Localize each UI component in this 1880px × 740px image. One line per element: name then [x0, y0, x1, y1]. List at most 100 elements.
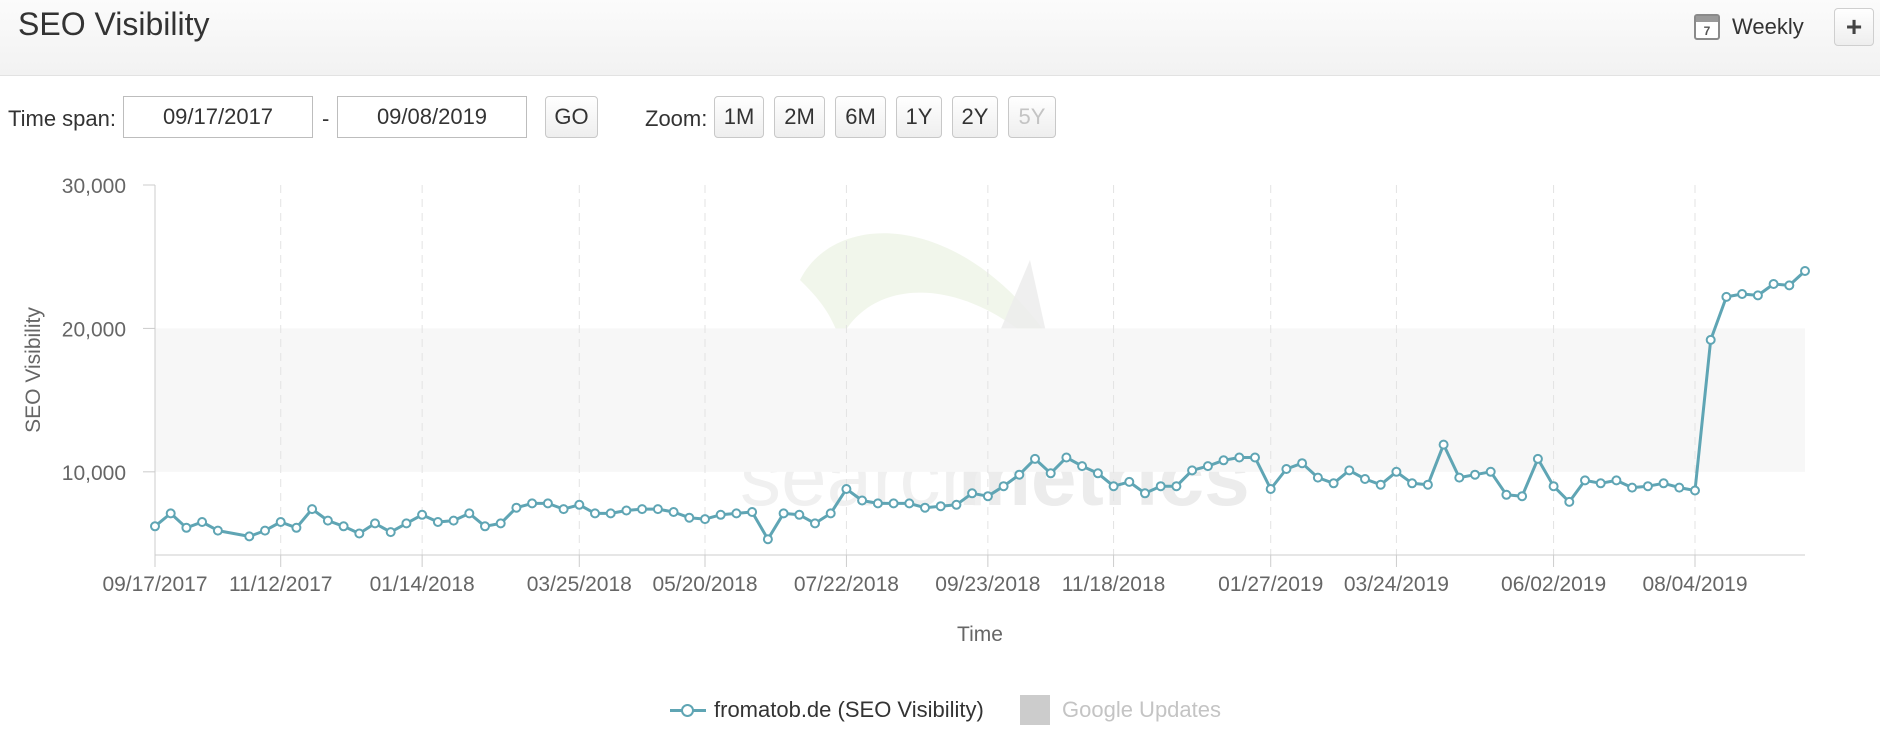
data-point[interactable] [1014, 469, 1025, 480]
data-point[interactable] [1045, 468, 1056, 479]
data-point[interactable] [1108, 481, 1119, 492]
go-button[interactable]: GO [545, 96, 598, 138]
data-point[interactable] [291, 522, 302, 533]
data-point[interactable] [810, 518, 820, 529]
data-point[interactable] [731, 508, 742, 519]
data-point[interactable] [888, 498, 899, 509]
data-point[interactable] [1218, 455, 1229, 466]
data-point[interactable] [1784, 280, 1795, 291]
data-point[interactable] [1030, 453, 1040, 464]
data-point[interactable] [1580, 475, 1590, 486]
data-point[interactable] [1454, 472, 1465, 483]
data-point[interactable] [417, 509, 428, 520]
data-point[interactable] [1658, 478, 1669, 489]
data-point[interactable] [1422, 479, 1433, 490]
data-point[interactable] [1737, 289, 1748, 299]
data-point[interactable] [637, 504, 648, 515]
data-point[interactable] [275, 517, 286, 527]
data-point[interactable] [1595, 478, 1606, 489]
data-point[interactable] [1768, 279, 1779, 289]
data-point[interactable] [212, 525, 223, 536]
data-point[interactable] [747, 507, 758, 517]
data-point[interactable] [715, 509, 726, 520]
end-date-input[interactable] [337, 96, 527, 138]
data-point[interactable] [1187, 465, 1198, 476]
data-point[interactable] [1438, 439, 1449, 450]
data-point[interactable] [998, 481, 1009, 492]
data-point[interactable] [1061, 452, 1072, 463]
data-point[interactable] [1470, 469, 1480, 480]
interval-selector[interactable]: 7 Weekly [1694, 12, 1804, 42]
zoom-1m-button[interactable]: 1M [714, 96, 764, 138]
data-point[interactable] [1611, 475, 1622, 486]
data-point[interactable] [872, 498, 883, 509]
data-point[interactable] [652, 504, 663, 515]
data-point[interactable] [197, 517, 208, 527]
data-point[interactable] [401, 518, 412, 529]
start-date-input[interactable] [123, 96, 313, 138]
data-point[interactable] [1721, 291, 1732, 302]
data-point[interactable] [338, 521, 349, 532]
data-point[interactable] [762, 534, 773, 545]
data-point[interactable] [1250, 452, 1260, 463]
data-point[interactable] [1202, 461, 1213, 472]
data-point[interactable] [700, 514, 710, 525]
data-point[interactable] [1407, 478, 1418, 489]
data-point[interactable] [307, 504, 318, 515]
data-point[interactable] [464, 508, 475, 519]
data-point[interactable] [1234, 452, 1245, 463]
interval-label[interactable]: Weekly [1732, 14, 1804, 40]
data-point[interactable] [1752, 290, 1763, 301]
data-point[interactable] [495, 518, 506, 529]
data-point[interactable] [165, 508, 176, 519]
data-point[interactable] [448, 515, 459, 526]
data-point[interactable] [1627, 482, 1638, 493]
legend-series[interactable]: fromatob.de (SEO Visibility) [670, 690, 984, 730]
data-point[interactable] [1140, 488, 1150, 499]
data-point[interactable] [841, 484, 852, 494]
data-point[interactable] [370, 518, 380, 529]
data-point[interactable] [1705, 334, 1716, 345]
data-point[interactable] [857, 495, 868, 506]
data-point[interactable] [1391, 466, 1402, 477]
add-button[interactable]: + [1834, 8, 1874, 46]
data-point[interactable] [590, 508, 600, 519]
data-point[interactable] [181, 522, 192, 533]
data-point[interactable] [1281, 464, 1292, 474]
zoom-1y-button[interactable]: 1Y [896, 96, 942, 138]
zoom-2y-button[interactable]: 2Y [952, 96, 998, 138]
data-point[interactable] [668, 507, 679, 517]
data-point[interactable] [150, 521, 160, 532]
data-point[interactable] [778, 508, 789, 519]
data-point[interactable] [967, 488, 978, 499]
data-point[interactable] [1642, 481, 1653, 492]
data-point[interactable] [621, 505, 632, 516]
data-point[interactable] [1674, 482, 1685, 493]
data-point[interactable] [1312, 472, 1323, 483]
data-point[interactable] [794, 509, 805, 520]
data-point[interactable] [920, 502, 930, 513]
data-point[interactable] [1548, 481, 1559, 492]
data-point[interactable] [1375, 479, 1386, 490]
zoom-2m-button[interactable]: 2M [774, 96, 825, 138]
data-point[interactable] [1328, 478, 1339, 489]
data-point[interactable] [1564, 496, 1575, 507]
data-point[interactable] [1360, 474, 1370, 484]
data-point[interactable] [542, 498, 553, 509]
data-point[interactable] [385, 527, 396, 538]
data-point[interactable] [825, 508, 836, 519]
data-point[interactable] [322, 515, 333, 526]
data-point[interactable] [480, 521, 490, 532]
zoom-6m-button[interactable]: 6M [835, 96, 886, 138]
data-point[interactable] [511, 502, 522, 513]
data-point[interactable] [432, 517, 443, 527]
data-point[interactable] [527, 498, 538, 509]
data-point[interactable] [1077, 461, 1088, 472]
data-point[interactable] [1092, 468, 1103, 479]
data-point[interactable] [1690, 485, 1700, 496]
data-point[interactable] [1265, 484, 1276, 494]
data-point[interactable] [1124, 476, 1135, 487]
data-point[interactable] [1171, 481, 1182, 492]
data-point[interactable] [1155, 481, 1166, 492]
data-point[interactable] [574, 499, 585, 510]
